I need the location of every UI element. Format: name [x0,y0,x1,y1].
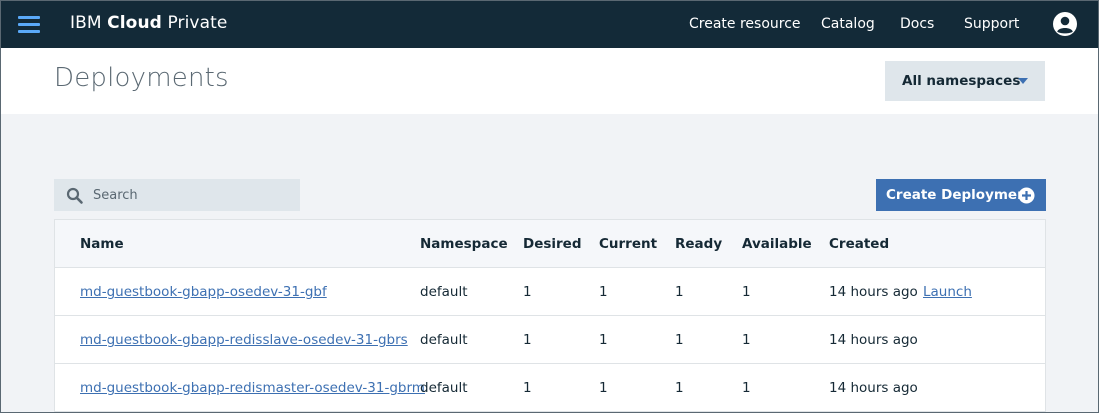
deployments-table: Name Namespace Desired Current Ready Ava… [54,219,1046,412]
search-box [54,179,300,211]
created-cell: 14 hours ago [829,284,918,300]
namespace-dropdown-value: All namespaces [902,73,1021,89]
ready-cell: 1 [675,332,684,348]
current-cell: 1 [599,284,608,300]
namespace-cell: default [420,284,468,300]
launch-link[interactable]: Launch [923,284,972,300]
hamburger-menu-icon[interactable] [18,14,40,34]
page-header: Deployments All namespaces [1,48,1098,114]
column-header-name[interactable]: Name [80,236,124,252]
current-cell: 1 [599,332,608,348]
brand-suffix: Private [167,13,228,33]
column-header-current[interactable]: Current [599,236,657,252]
nav-link-catalog[interactable]: Catalog [821,16,875,32]
desired-cell: 1 [523,332,532,348]
column-header-namespace[interactable]: Namespace [420,236,508,252]
brand-logo[interactable]: IBM Cloud Private [70,13,227,33]
search-input[interactable] [93,179,293,211]
current-cell: 1 [599,380,608,396]
column-header-created[interactable]: Created [829,236,889,252]
plus-circle-icon [1018,187,1035,204]
search-icon [66,187,83,204]
deployment-name-link[interactable]: md-guestbook-gbapp-redismaster-osedev-31… [80,380,425,396]
column-header-ready[interactable]: Ready [675,236,722,252]
ready-cell: 1 [675,380,684,396]
available-cell: 1 [742,380,751,396]
brand-bold: Cloud [107,13,162,33]
create-deployment-button[interactable]: Create Deployment [876,179,1046,211]
app-window: IBM Cloud Private Create resource Catalo… [0,0,1099,413]
table-row: md-guestbook-gbapp-redismaster-osedev-31… [55,364,1045,412]
table-header: Name Namespace Desired Current Ready Ava… [55,220,1045,268]
available-cell: 1 [742,332,751,348]
ready-cell: 1 [675,284,684,300]
deployment-name-link[interactable]: md-guestbook-gbapp-osedev-31-gbf [80,284,327,300]
create-deployment-label: Create Deployment [886,187,1034,203]
created-cell: 14 hours ago [829,380,918,396]
nav-link-create-resource[interactable]: Create resource [689,16,801,32]
page-title: Deployments [54,63,229,93]
desired-cell: 1 [523,380,532,396]
created-cell: 14 hours ago [829,332,918,348]
table-row: md-guestbook-gbapp-osedev-31-gbf default… [55,268,1045,316]
top-nav-bar: IBM Cloud Private Create resource Catalo… [1,1,1098,48]
available-cell: 1 [742,284,751,300]
namespace-cell: default [420,380,468,396]
column-header-desired[interactable]: Desired [523,236,582,252]
namespace-dropdown[interactable]: All namespaces [885,61,1045,101]
namespace-cell: default [420,332,468,348]
desired-cell: 1 [523,284,532,300]
user-avatar-icon[interactable] [1052,11,1078,37]
brand-prefix: IBM [70,13,102,33]
column-header-available[interactable]: Available [742,236,812,252]
nav-link-support[interactable]: Support [964,16,1019,32]
table-row: md-guestbook-gbapp-redisslave-osedev-31-… [55,316,1045,364]
caret-down-icon [1018,78,1028,84]
deployment-name-link[interactable]: md-guestbook-gbapp-redisslave-osedev-31-… [80,332,408,348]
nav-link-docs[interactable]: Docs [900,16,934,32]
